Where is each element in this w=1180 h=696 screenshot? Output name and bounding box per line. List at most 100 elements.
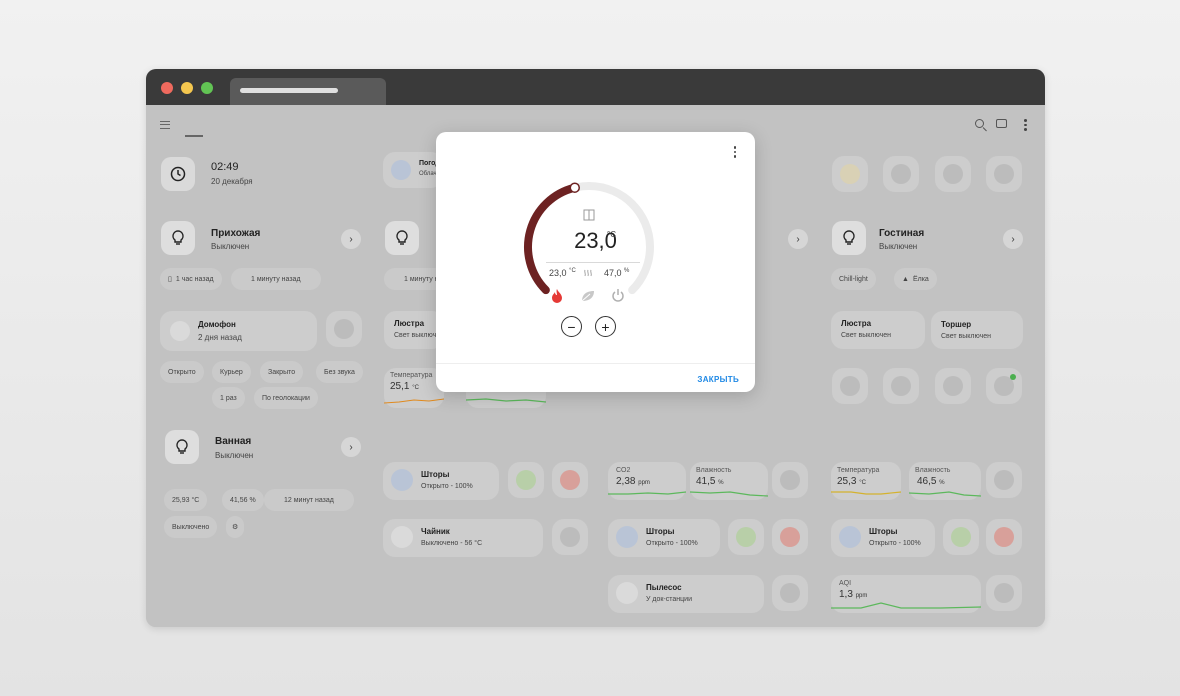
living-curtains-close-button[interactable]: [986, 519, 1022, 555]
current-temperature: 23,0 °C: [549, 268, 576, 278]
curtains-status: Открыто - 100%: [646, 540, 698, 547]
curtains-open-button[interactable]: [508, 462, 544, 498]
hallway-chevron-right-icon[interactable]: ›: [341, 229, 361, 249]
tab-title-placeholder: [240, 88, 338, 93]
chandelier-card[interactable]: Люстра Свет выключен: [384, 311, 444, 349]
close-dialog-button[interactable]: ЗАКРЫТЬ: [697, 375, 739, 384]
col3-sensor-button[interactable]: [772, 462, 808, 498]
co2-sensor-card[interactable]: CO2 2,38 ppm: [608, 462, 686, 500]
col3-curtains-open-button[interactable]: [728, 519, 764, 555]
living-sensor-button[interactable]: [986, 462, 1022, 498]
tree-icon: ▲: [902, 275, 909, 283]
chip-label: 41,56 %: [230, 496, 256, 504]
temperature-sensor-card[interactable]: Температура 25,1 °C: [384, 368, 444, 408]
intercom-open-chip[interactable]: Открыто: [160, 361, 204, 383]
increase-temperature-button[interactable]: +: [595, 316, 616, 337]
scene-button-2[interactable]: [883, 156, 919, 192]
chip-label: 1 раз: [220, 394, 237, 402]
intercom-camera-button[interactable]: [326, 311, 362, 347]
hallway-motion-chip[interactable]: 1 минуту назад: [231, 268, 321, 290]
chip-label: Закрыто: [268, 368, 296, 376]
curtains-icon: [391, 469, 413, 491]
vacuum-card[interactable]: Пылесос У док-станции: [608, 575, 764, 613]
home-view-icon[interactable]: [198, 105, 210, 114]
living-curtains-open-button[interactable]: [943, 519, 979, 555]
living-curtains-card[interactable]: Шторы Открыто - 100%: [831, 519, 935, 557]
humidity-card[interactable]: Влажность 41,5 %: [690, 462, 768, 500]
active-view-indicator: [185, 135, 203, 137]
hallway-door-chip[interactable]: ▯ 1 час назад: [160, 268, 222, 290]
living-button-2[interactable]: [883, 368, 919, 404]
bathroom-chevron-right-icon[interactable]: ›: [341, 437, 361, 457]
living-button-4[interactable]: [986, 368, 1022, 404]
living-humidity-card[interactable]: Влажность 46,5 %: [909, 462, 981, 500]
chip-label: 12 минут назад: [284, 496, 334, 504]
search-icon[interactable]: [975, 119, 984, 128]
chill-light-chip[interactable]: Chill-light: [831, 268, 876, 290]
weather-card[interactable]: Погода Облачно: [383, 152, 444, 188]
bulb-icon[interactable]: [161, 221, 195, 255]
bathroom-bulb-icon[interactable]: [165, 430, 199, 464]
scene-button-4[interactable]: [986, 156, 1022, 192]
intercom-title: Домофон: [198, 320, 236, 329]
thermostat-dialog: 23,0 °C 23,0 °C 47,0 % − + ЗАКРЫТЬ: [436, 132, 755, 392]
co2-sparkline: [608, 491, 686, 495]
map-view-icon[interactable]: [250, 105, 262, 114]
aqi-button[interactable]: [986, 575, 1022, 611]
living-button-1[interactable]: [832, 368, 868, 404]
clock-icon: [161, 157, 195, 191]
aqi-card[interactable]: AQI 1,3 ppm: [831, 575, 981, 613]
tree-chip[interactable]: ▲ Ёлка: [894, 268, 937, 290]
curtains-card[interactable]: Шторы Открыто - 100%: [383, 462, 499, 500]
living-bulb-icon[interactable]: [832, 221, 866, 255]
chandelier-title: Люстра: [394, 319, 425, 328]
current-humidity: 47,0 %: [604, 268, 630, 278]
menu-icon[interactable]: [160, 121, 170, 129]
kettle-title: Чайник: [421, 527, 450, 536]
curtains-status: Открыто - 100%: [421, 483, 473, 490]
gear-icon: ⚙: [232, 524, 239, 531]
intercom-once-chip[interactable]: 1 раз: [212, 387, 245, 409]
room-bulb-icon[interactable]: [385, 221, 419, 255]
kettle-card[interactable]: Чайник Выключено - 56 °C: [383, 519, 543, 557]
intercom-geo-chip[interactable]: По геолокации: [254, 387, 318, 409]
col3-curtains-close-button[interactable]: [772, 519, 808, 555]
intercom-courier-chip[interactable]: Курьер: [212, 361, 251, 383]
living-chandelier-card[interactable]: Люстра Свет выключен: [831, 311, 925, 349]
view-tabs: [146, 105, 262, 115]
intercom-card[interactable]: Домофон 2 дня назад: [160, 311, 317, 351]
bathroom-mode-chip[interactable]: Выключено: [164, 516, 218, 538]
thermostat-dial[interactable]: [436, 132, 755, 322]
dashboard-view-icon[interactable]: [146, 105, 158, 114]
scene-button-1[interactable]: [832, 156, 868, 192]
hallway-title: Прихожая: [211, 228, 261, 239]
browser-tab[interactable]: [230, 78, 386, 105]
kettle-power-button[interactable]: [552, 519, 588, 555]
floorlamp-title: Торшер: [941, 320, 972, 329]
energy-view-icon[interactable]: [172, 105, 184, 114]
decrease-temperature-button[interactable]: −: [561, 316, 582, 337]
sensor-label: Влажность: [915, 467, 951, 474]
dial-divider: [546, 262, 640, 263]
living-temperature-card[interactable]: Температура 25,3 °C: [831, 462, 901, 500]
maximize-window-button[interactable]: [201, 82, 213, 94]
minimize-window-button[interactable]: [181, 82, 193, 94]
bathroom-settings-chip[interactable]: ⚙: [226, 516, 245, 538]
close-window-button[interactable]: [161, 82, 173, 94]
intercom-closed-chip[interactable]: Закрыто: [260, 361, 304, 383]
col3-chevron-right-icon[interactable]: ›: [788, 229, 808, 249]
eco-mode-icon: [581, 291, 594, 302]
scene-button-3[interactable]: [935, 156, 971, 192]
floorlamp-card[interactable]: Торшер Свет выключен: [931, 311, 1023, 349]
curtains-close-button[interactable]: [552, 462, 588, 498]
curtains-title: Шторы: [421, 470, 450, 479]
intercom-mute-chip[interactable]: Без звука: [316, 361, 363, 383]
assist-icon[interactable]: [996, 119, 1007, 128]
media-view-icon[interactable]: [224, 105, 236, 114]
living-button-3[interactable]: [935, 368, 971, 404]
col3-curtains-card[interactable]: Шторы Открыто - 100%: [608, 519, 720, 557]
vacuum-control-button[interactable]: [772, 575, 808, 611]
chip-label: Открыто: [168, 368, 196, 376]
living-chevron-right-icon[interactable]: ›: [1003, 229, 1023, 249]
more-options-icon[interactable]: [1019, 119, 1031, 132]
